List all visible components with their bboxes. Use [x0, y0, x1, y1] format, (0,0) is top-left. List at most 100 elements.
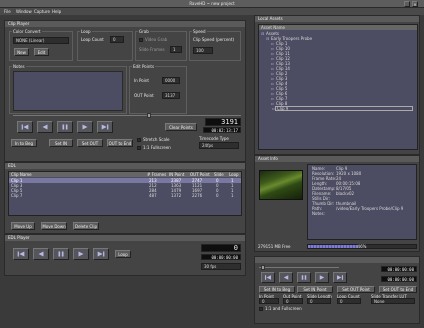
col-slide[interactable]: Slide	[214, 172, 226, 177]
edl-panel: EDL Clip Name # Frames IN Point OUT Poin…	[4, 162, 246, 234]
edl-play-button[interactable]	[73, 248, 89, 260]
col-loop[interactable]: Loop	[229, 172, 241, 177]
color-convert-group: Color Convert NONE (Linear) New Edit	[9, 29, 73, 61]
asset-pause-button[interactable]	[297, 272, 311, 283]
set-out-point-button[interactable]: Set OUT Point	[337, 286, 375, 293]
asset-play-button[interactable]	[315, 272, 329, 283]
col-frames[interactable]: # Frames	[147, 172, 167, 177]
set-in-point-button[interactable]: Set IN Point	[297, 286, 333, 293]
edl-timecode-type-select[interactable]: 30 fps	[201, 263, 241, 270]
edl-table: Clip Name # Frames IN Point OUT Point Sl…	[8, 171, 242, 216]
play-reverse-button[interactable]	[37, 121, 53, 133]
clear-points-button[interactable]: Clear Points	[165, 123, 197, 131]
asset-out-point-input[interactable]: 0	[283, 298, 303, 304]
edl-play-reverse-button[interactable]	[33, 248, 49, 260]
stretch-scale-checkbox[interactable]	[137, 138, 141, 142]
out-to-end-button[interactable]: OUT to End	[107, 139, 133, 147]
in-point-input[interactable]: 0000	[162, 77, 180, 84]
asset-tree-header: Asset Name	[259, 25, 417, 30]
asset-in-point-input[interactable]: 0	[259, 298, 279, 304]
set-in-to-beg-button[interactable]: Set IN to Beg	[259, 286, 295, 293]
cell-out-point: 2276	[192, 193, 203, 198]
edl-pause-button[interactable]	[53, 248, 69, 260]
in-to-beg-button[interactable]: In to Beg	[11, 139, 37, 147]
timecode-type-select[interactable]: 24fps	[199, 142, 239, 149]
edl-go-to-end-button[interactable]	[93, 248, 109, 260]
clip-icon: ▫	[271, 101, 274, 106]
play-icon	[78, 251, 84, 257]
set-out-button[interactable]: Set OUT	[77, 139, 103, 147]
color-convert-select[interactable]: NONE (Linear)	[13, 37, 69, 44]
clip-scrub-slider[interactable]	[13, 113, 241, 118]
slide-frames-input[interactable]: 1	[170, 46, 182, 53]
edl-header-row: Clip Name # Frames IN Point OUT Point Sl…	[9, 172, 241, 177]
col-out-point[interactable]: OUT Point	[190, 172, 212, 177]
edl-go-to-start-button[interactable]	[13, 248, 29, 260]
asset-player-title-bar	[255, 257, 419, 263]
asset-scrub-slider[interactable]	[259, 265, 339, 270]
pause-button[interactable]	[57, 121, 73, 133]
menu-window[interactable]: Window	[16, 9, 32, 14]
asset-name-column[interactable]: Asset Name	[261, 25, 285, 30]
pause-icon	[62, 124, 68, 130]
new-button[interactable]: New	[14, 48, 29, 56]
notes-textarea[interactable]	[13, 71, 123, 111]
skip-forward-icon	[337, 275, 343, 280]
clip-scrub-track	[13, 115, 241, 116]
menu-file[interactable]: File	[4, 9, 11, 14]
asset-timecode-a: 00:00:00:00	[381, 266, 417, 272]
move-up-button[interactable]: Move Up	[11, 222, 35, 230]
clip-frame-display: 3191	[205, 118, 241, 126]
asset-scrub-handle[interactable]	[261, 265, 265, 270]
slide-transfer-select[interactable]: None	[371, 298, 415, 304]
table-row[interactable]: Clip 7 487 1372 2276 0 1	[9, 193, 241, 198]
play-button[interactable]	[77, 121, 93, 133]
col-in-point[interactable]: IN Point	[169, 172, 189, 177]
asset-thumbnail	[259, 170, 303, 200]
go-to-end-button[interactable]	[97, 121, 113, 133]
clip-scrub-handle[interactable]	[147, 113, 151, 118]
clip-player-title: Clip Player	[5, 21, 245, 27]
close-button[interactable]: ×	[412, 1, 418, 7]
clip-speed-input[interactable]: 100	[193, 47, 213, 54]
cell-loop: 1	[231, 193, 234, 198]
cell-frames: 487	[149, 193, 157, 198]
asset-go-to-start-button[interactable]	[261, 272, 275, 283]
ls-fullscreen-checkbox[interactable]	[137, 146, 141, 150]
ls-and-fullscreen-checkbox[interactable]	[259, 307, 263, 311]
move-down-button[interactable]: Move Down	[41, 222, 67, 230]
menu-help[interactable]: Help	[52, 9, 61, 14]
list-item-selected[interactable]: ▫ Clip 9	[272, 106, 413, 111]
asset-loop-count-input[interactable]: 0	[337, 298, 361, 304]
slide-length-input[interactable]: 0	[307, 298, 331, 304]
stretch-scale-label: Stretch Scale	[143, 137, 170, 142]
set-out-to-end-button[interactable]: Set OUT to End	[379, 286, 417, 293]
asset-play-reverse-button[interactable]	[279, 272, 293, 283]
set-in-button[interactable]: Set IN	[49, 139, 73, 147]
menu-bar: File Window Capture Help	[0, 8, 424, 15]
go-to-start-button[interactable]	[17, 121, 33, 133]
edit-points-label: Edit Points	[132, 64, 156, 69]
info-key: Notes:	[312, 211, 325, 216]
minimize-button[interactable]: _	[404, 1, 410, 7]
asset-go-to-end-button[interactable]	[333, 272, 347, 283]
play-reverse-icon	[38, 251, 44, 257]
menu-capture[interactable]: Capture	[34, 9, 50, 14]
col-clip-name[interactable]: Clip Name	[11, 172, 131, 177]
edl-player-title: EDL Player	[5, 235, 245, 241]
delete-clip-button[interactable]: Delete Clip	[73, 222, 99, 230]
skip-forward-icon	[101, 124, 109, 130]
skip-back-icon	[21, 124, 29, 130]
loop-count-input[interactable]: 0	[110, 36, 124, 43]
out-point-label: OUT Point	[134, 93, 154, 98]
skip-back-icon	[17, 251, 25, 257]
local-assets-title: Local Assets	[255, 16, 419, 22]
video-grab-checkbox[interactable]	[139, 38, 143, 42]
out-point-input[interactable]: 3137	[162, 92, 180, 99]
edl-loop-button[interactable]: Loop	[115, 250, 131, 258]
edit-button[interactable]: Edit	[34, 48, 49, 56]
cell-slide: 0	[216, 193, 219, 198]
asset-info-title: Asset Info	[255, 156, 419, 162]
edl-player-panel: EDL Player Loop 0 00:00:00:00 30 fps	[4, 234, 246, 276]
pause-icon	[301, 275, 307, 280]
